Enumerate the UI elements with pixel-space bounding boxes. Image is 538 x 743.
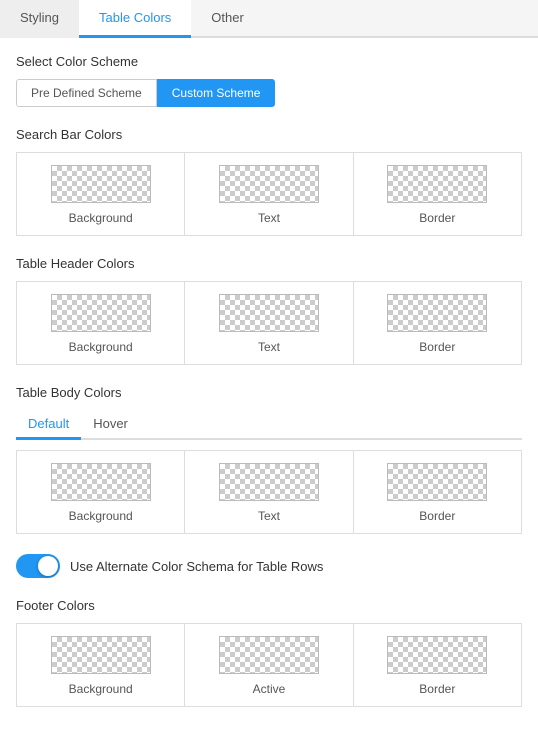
main-content: Select Color Scheme Pre Defined Scheme C… [0, 38, 538, 743]
table-header-border-cell: Border [354, 282, 521, 364]
search-bar-background-swatch[interactable] [51, 165, 151, 203]
search-bar-text-label: Text [258, 211, 280, 225]
table-body-color-row: Background Text Border [16, 450, 522, 534]
table-header-background-cell: Background [17, 282, 185, 364]
table-body-text-label: Text [258, 509, 280, 523]
footer-background-swatch[interactable] [51, 636, 151, 674]
table-header-text-swatch[interactable] [219, 294, 319, 332]
search-bar-border-label: Border [419, 211, 455, 225]
footer-active-label: Active [253, 682, 286, 696]
table-header-color-row: Background Text Border [16, 281, 522, 365]
footer-colors-title: Footer Colors [16, 598, 522, 613]
table-body-border-cell: Border [354, 451, 521, 533]
table-header-background-swatch[interactable] [51, 294, 151, 332]
pre-defined-scheme-button[interactable]: Pre Defined Scheme [16, 79, 157, 107]
footer-border-label: Border [419, 682, 455, 696]
footer-colors-group: Footer Colors Background Active Border [16, 598, 522, 707]
table-body-border-swatch[interactable] [387, 463, 487, 501]
table-header-background-label: Background [69, 340, 133, 354]
table-body-text-cell: Text [185, 451, 353, 533]
table-body-colors-title: Table Body Colors [16, 385, 522, 400]
search-bar-background-label: Background [69, 211, 133, 225]
tab-bar: Styling Table Colors Other [0, 0, 538, 38]
search-bar-colors-group: Search Bar Colors Background Text Border [16, 127, 522, 236]
table-body-colors-group: Table Body Colors Default Hover Backgrou… [16, 385, 522, 534]
table-body-text-swatch[interactable] [219, 463, 319, 501]
footer-active-cell: Active [185, 624, 353, 706]
search-bar-border-swatch[interactable] [387, 165, 487, 203]
search-bar-text-cell: Text [185, 153, 353, 235]
footer-background-cell: Background [17, 624, 185, 706]
footer-active-swatch[interactable] [219, 636, 319, 674]
color-scheme-label: Select Color Scheme [16, 54, 522, 69]
search-bar-color-row: Background Text Border [16, 152, 522, 236]
table-header-colors-title: Table Header Colors [16, 256, 522, 271]
table-body-border-label: Border [419, 509, 455, 523]
table-header-text-label: Text [258, 340, 280, 354]
table-header-border-label: Border [419, 340, 455, 354]
table-body-background-label: Background [69, 509, 133, 523]
table-header-text-cell: Text [185, 282, 353, 364]
footer-border-swatch[interactable] [387, 636, 487, 674]
footer-background-label: Background [69, 682, 133, 696]
sub-tab-default[interactable]: Default [16, 410, 81, 440]
table-header-colors-group: Table Header Colors Background Text Bord… [16, 256, 522, 365]
tab-styling[interactable]: Styling [0, 0, 79, 38]
scheme-buttons: Pre Defined Scheme Custom Scheme [16, 79, 522, 107]
body-sub-tabs: Default Hover [16, 410, 522, 440]
custom-scheme-button[interactable]: Custom Scheme [157, 79, 276, 107]
search-bar-border-cell: Border [354, 153, 521, 235]
alternate-color-toggle[interactable] [16, 554, 60, 578]
tab-table-colors[interactable]: Table Colors [79, 0, 191, 38]
table-body-background-cell: Background [17, 451, 185, 533]
tab-other[interactable]: Other [191, 0, 264, 38]
alternate-color-toggle-row: Use Alternate Color Schema for Table Row… [16, 554, 522, 578]
table-header-border-swatch[interactable] [387, 294, 487, 332]
search-bar-colors-title: Search Bar Colors [16, 127, 522, 142]
table-body-background-swatch[interactable] [51, 463, 151, 501]
search-bar-background-cell: Background [17, 153, 185, 235]
alternate-color-toggle-label: Use Alternate Color Schema for Table Row… [70, 559, 323, 574]
footer-color-row: Background Active Border [16, 623, 522, 707]
sub-tab-hover[interactable]: Hover [81, 410, 140, 440]
footer-border-cell: Border [354, 624, 521, 706]
search-bar-text-swatch[interactable] [219, 165, 319, 203]
